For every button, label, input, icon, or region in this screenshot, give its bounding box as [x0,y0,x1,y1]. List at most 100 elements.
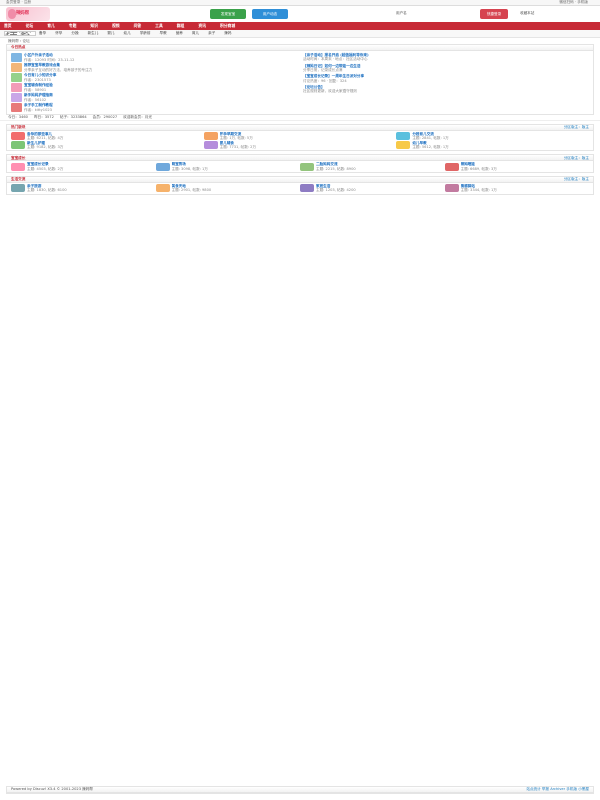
subnav-item[interactable]: 学龄前 [140,31,151,35]
stat-today: 今日：3460 [8,115,28,120]
nav-item[interactable]: 群组 [177,23,185,29]
forum-item[interactable]: 萌宝秀场 主题: 3098, 帖数: 1万 [155,162,301,171]
nav-item[interactable]: 视频 [112,23,120,29]
section-mods[interactable]: 分区版主：版主 [564,177,589,181]
news-thumb-icon [11,63,22,72]
forum-stats: 主题: 2215, 帖数: 8900 [316,166,356,171]
footer-copyright: Powered by Discuz! X3.4 © 2001-2023 辣妈帮 [11,787,93,792]
subnav-item[interactable]: 怀孕 [55,31,62,35]
forum-item[interactable]: 分娩育儿交流 主题: 2841, 帖数: 1万 [396,132,589,141]
nav-item[interactable]: 论坛 [26,23,34,29]
news-title[interactable]: 今日育儿小知识分享 [24,73,56,77]
forum-item[interactable]: 家居生活 主题: 1203, 帖数: 4200 [300,184,445,193]
main-nav: 首页 论坛 育儿 专题 知识 视频 问答 工具 群组 资讯 积分商城 [0,22,600,30]
section-title[interactable]: 热门版块 [11,125,25,129]
news-title[interactable]: 新手妈妈护理指南 [24,93,53,97]
forum-icon [11,162,25,171]
nav-item[interactable]: 工具 [155,23,163,29]
nav-item[interactable]: 育儿 [47,23,55,29]
footer-link[interactable]: 手机版 [566,787,577,791]
news-title[interactable]: 宝宝辅食制作经验 [24,83,53,87]
footer-link[interactable]: 站点统计 [526,787,540,791]
side-sub: 活动时间：本周末 · 地点：社区活动中心 [303,57,368,62]
nav-item[interactable]: 知识 [90,23,98,29]
forum-stats: 主题: 9182, 帖数: 3万 [27,144,64,149]
news-item[interactable]: 宝宝辅食制作经验 作者：58901 [11,83,297,92]
news-thumb-icon [11,53,22,62]
page: 会员登录 · 注册 微信扫码 · 手机版 辣妈帮 发现宝宝 用户动态 用户名 快… [0,0,600,800]
forum-item[interactable]: 怀孕早期交流 主题: 1万, 帖数: 5万 [203,132,397,141]
subnav-item[interactable]: 婴儿 [107,31,114,35]
top-right-links[interactable]: 微信扫码 · 手机版 [559,0,588,4]
section-mods[interactable]: 分区版主：版主 [564,156,589,160]
subnav-item[interactable]: 新生儿 [88,31,99,35]
news-item[interactable]: 新手妈妈护理指南 作者：56102 [11,93,297,102]
logo-mark-icon [8,9,16,19]
nav-item[interactable]: 专题 [69,23,77,29]
forum-icon [444,184,459,193]
section-mods[interactable]: 分区版主：版主 [564,125,589,129]
news-item[interactable]: 小区户外亲子活动 作者：12093 时间：23-11-12 [11,53,297,62]
subnav-item[interactable]: 备孕 [39,31,46,35]
forum-item[interactable]: 幼儿早教 主题: 5612, 帖数: 1万 [396,141,589,150]
nav-item[interactable]: 积分商城 [220,23,235,29]
forum-item[interactable]: 二胎妈妈交流 主题: 2215, 帖数: 8900 [300,162,445,171]
header: 辣妈帮 发现宝宝 用户动态 用户名 快捷登录 收藏本站 [0,6,600,22]
nav-item[interactable]: 首页 [4,23,12,29]
forum-item[interactable]: 宝宝成长记录 主题: 4503, 帖数: 2万 [11,162,156,171]
site-logo[interactable]: 辣妈帮 [6,7,50,21]
forum-stats: 主题: 7731, 帖数: 2万 [219,144,257,149]
side-item[interactable]: 【宝宝成长记录】一周年生日派对分享 讨论热度：96 · 回复：324 [303,74,589,83]
subnav-item[interactable]: 辣妈 [224,31,231,35]
news-title[interactable]: 亲子手工制作教程 [24,103,53,107]
forum-item[interactable]: 新生儿护理 主题: 9182, 帖数: 3万 [11,141,204,150]
subnav-item[interactable]: 幼儿 [124,31,131,35]
nav-item[interactable]: 问答 [134,23,142,29]
forum-icon [444,162,459,171]
subnav-item[interactable]: 亲子 [208,31,215,35]
section-title[interactable]: 宝宝成长 [11,156,25,160]
section-title[interactable]: 生活交流 [11,177,25,181]
stat-new-member[interactable]: 欢迎新会员：月光 [123,115,152,119]
forum-stats: 今日：3460 昨日：3572 帖子：3233864 会员：290027 欢迎新… [0,115,600,121]
footer-link[interactable]: Archiver [550,787,565,791]
forum-section: 热门版块 分区版主：版主 备孕的那些事儿 主题: 6211, 帖数: 4万 怀孕早期… [6,124,594,152]
forum-stats: 主题: 3098, 帖数: 1万 [171,166,208,171]
forum-item[interactable]: 情感驿站 主题: 3344, 帖数: 1万 [444,184,590,193]
username-link[interactable]: 用户名 [396,11,407,15]
forum-item[interactable]: 亲子旅游 主题: 1830, 帖数: 6100 [11,184,156,193]
forum-stats: 主题: 2901, 帖数: 9800 [171,188,212,193]
news-item[interactable]: 今日育儿小知识分享 作者：2301573 [11,73,297,82]
news-item[interactable]: 亲子手工制作教程 作者：kitty1023 [11,103,297,112]
side-item[interactable]: 【论坛公告】 社区规则更新，欢迎大家遵守规则 [303,85,589,94]
footer-link[interactable]: 小黑屋 [578,787,589,791]
side-item[interactable]: 【辣妈日记】如何一边带娃一边生活 分享日常，记录成长点滴 [303,64,589,73]
login-links[interactable]: 会员登录 · 注册 [6,0,31,4]
forum-stats: 主题: 1830, 帖数: 6100 [27,188,67,193]
news-item[interactable]: 推荐宝宝早教游戏合集 分享亲子互动的好方法，培养孩子的专注力 [11,63,297,72]
subnav-item[interactable]: 早教 [160,31,167,35]
subnav-item[interactable]: 分娩 [71,31,78,35]
forum-item[interactable]: 备孕的那些事儿 主题: 6211, 帖数: 4万 [11,132,204,141]
search-input[interactable] [4,31,36,36]
subnav-item[interactable]: 营养 [176,31,183,35]
forum-icon [11,132,25,141]
side-sub: 讨论热度：96 · 回复：324 [303,78,347,83]
news-sub: 作者：56102 [24,97,47,102]
nav-item[interactable]: 资讯 [198,23,206,29]
discover-button[interactable]: 发现宝宝 [210,9,246,19]
bookmark-link[interactable]: 收藏本站 [520,11,534,15]
section-grid: 宝宝成长记录 主题: 4503, 帖数: 2万 萌宝秀场 主题: 3098, 帖数:… [7,161,593,172]
quick-login-button[interactable]: 快捷登录 [480,9,508,19]
forum-stats: 主题: 3344, 帖数: 1万 [460,188,497,193]
forum-item[interactable]: 婴儿辅食 主题: 7731, 帖数: 2万 [203,141,397,150]
forum-item[interactable]: 美食天地 主题: 2901, 帖数: 9800 [155,184,301,193]
side-item[interactable]: 【亲子活动】报名开启 (超值福利等你来) 活动时间：本周末 · 地点：社区活动中心 [303,53,589,62]
hot-news-list: 小区户外亲子活动 作者：12093 时间：23-11-12 推荐宝宝早教游戏合集分… [11,53,297,112]
subnav-item[interactable]: 育儿 [192,31,199,35]
forum-section: 生活交流 分区版主：版主 亲子旅游 主题: 1830, 帖数: 6100 美食天地主… [6,175,594,195]
logo-text: 辣妈帮 [16,11,29,16]
activity-button[interactable]: 用户动态 [252,9,288,19]
footer-link[interactable]: 举报 [542,787,549,791]
forum-item[interactable]: 辣妈晒娃 主题: 6689, 帖数: 3万 [444,162,590,171]
